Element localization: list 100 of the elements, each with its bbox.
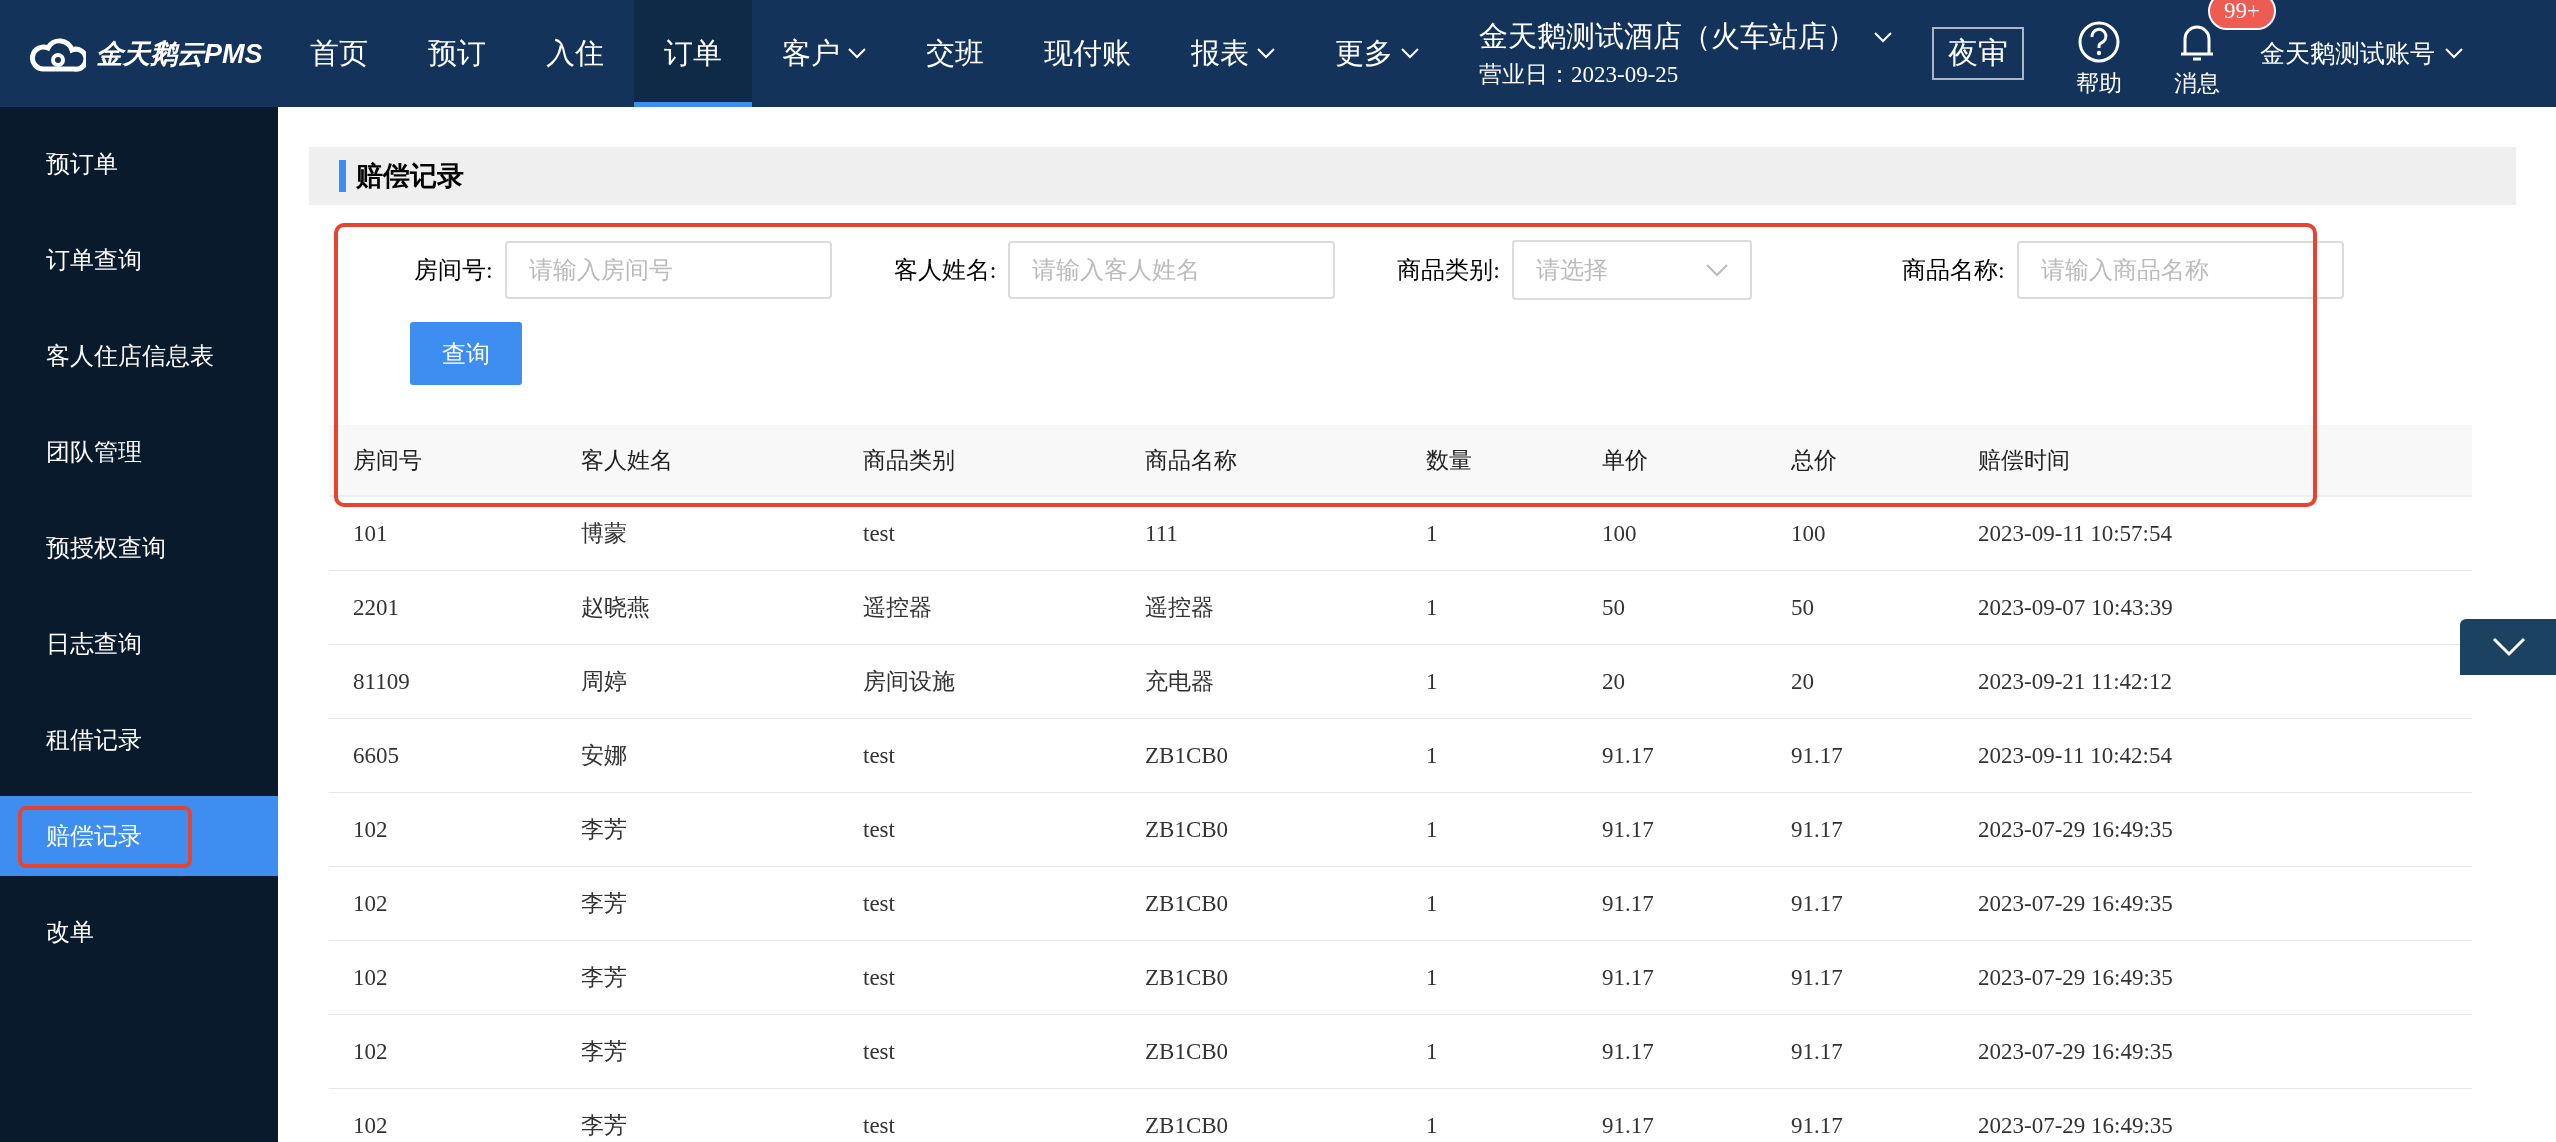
column-header: 数量 [1402,425,1578,496]
table-cell: 1 [1402,718,1578,793]
table-cell: 91.17 [1767,940,1954,1015]
table-cell: 100 [1578,496,1767,571]
caret-icon [1874,31,1892,43]
table-cell: 遥控器 [839,570,1121,645]
table-cell: 2023-07-29 16:49:35 [1954,1088,2472,1142]
table-cell: 91.17 [1578,1014,1767,1089]
table-cell: 李芳 [557,940,839,1015]
table-cell: 2023-09-11 10:42:54 [1954,718,2472,793]
nav-tab[interactable]: 报表 [1161,0,1305,107]
input-field[interactable]: 请输入房间号 [504,241,832,299]
table-cell: 充电器 [1121,644,1402,719]
sidebar-item[interactable]: 日志查询 [0,596,278,692]
table-cell: 102 [329,792,557,867]
page-title: 赔偿记录 [339,160,464,192]
nav-tab[interactable]: 入住 [516,0,634,107]
table-cell: 安娜 [557,718,839,793]
hotel-selector[interactable]: 金天鹅测试酒店（火车站店） [1479,17,1892,57]
chevron-down-icon [2492,637,2526,657]
table-cell: 1 [1402,866,1578,941]
field-label: 房间号: [414,256,493,285]
table-cell: 102 [329,866,557,941]
table-cell: ZB1CB0 [1121,1088,1402,1142]
table-cell: 20 [1578,644,1767,719]
table-cell: 91.17 [1578,940,1767,1015]
table-cell: 91.17 [1578,1088,1767,1142]
sidebar-item[interactable]: 预订单 [0,116,278,212]
field-label: 商品类别: [1397,256,1500,285]
nav-tab[interactable]: 客户 [752,0,896,107]
table-cell: 91.17 [1578,718,1767,793]
table-cell: 100 [1767,496,1954,571]
table-cell: 91.17 [1767,866,1954,941]
column-header: 房间号 [329,425,557,496]
table-cell: 1 [1402,570,1578,645]
night-audit-button[interactable]: 夜审 [1932,27,2024,80]
table-cell: 2201 [329,570,557,645]
caret-icon [1257,48,1275,59]
collapse-button[interactable] [2460,619,2556,675]
table-cell: test [839,792,1121,867]
nav-tab[interactable]: 现付账 [1014,0,1161,107]
sidebar-item[interactable]: 团队管理 [0,404,278,500]
nav-tab[interactable]: 首页 [280,0,398,107]
table-cell: 111 [1121,496,1402,571]
caret-icon [1401,48,1419,59]
table-cell: ZB1CB0 [1121,866,1402,941]
field-label: 客人姓名: [893,256,997,285]
table-cell: 遥控器 [1121,570,1402,645]
column-header: 商品名称 [1121,425,1402,496]
sidebar-item[interactable]: 客人住店信息表 [0,308,278,404]
sidebar-item[interactable]: 预授权查询 [0,500,278,596]
table-cell: 101 [329,496,557,571]
table-cell: 周婷 [557,644,839,719]
table-cell: 50 [1578,570,1767,645]
table-cell: 1 [1402,496,1578,571]
table-cell: 2023-07-29 16:49:35 [1954,1014,2472,1089]
column-header: 客人姓名 [557,425,839,496]
nav-tab[interactable]: 预订 [398,0,516,107]
table-cell: 1 [1402,1088,1578,1142]
table-cell: 1 [1402,1014,1578,1089]
sidebar-item[interactable]: 改单 [0,884,278,980]
table-cell: test [839,940,1121,1015]
table-cell: 2023-09-11 10:57:54 [1954,496,2472,571]
nav-tab[interactable]: 交班 [896,0,1014,107]
sidebar-item[interactable]: 订单查询 [0,212,278,308]
table-cell: 博蒙 [557,496,839,571]
column-header: 商品类别 [839,425,1121,496]
table-cell: 2023-07-29 16:49:35 [1954,866,2472,941]
table-cell: 91.17 [1767,1088,1954,1142]
table-cell: test [839,496,1121,571]
input-field[interactable]: 请输入商品名称 [2016,241,2344,299]
table-cell: 91.17 [1578,792,1767,867]
help-button[interactable]: 帮助 [2076,0,2122,107]
table-cell: 赵晓燕 [557,570,839,645]
table-cell: 1 [1402,940,1578,1015]
nav-tab[interactable]: 更多 [1305,0,1449,107]
input-field[interactable]: 请输入客人姓名 [1008,241,1336,299]
table-cell: 李芳 [557,1088,839,1142]
table-cell: 1 [1402,644,1578,719]
table-cell: 李芳 [557,1014,839,1089]
table-cell: 房间设施 [839,644,1121,719]
table-cell: 91.17 [1578,866,1767,941]
table-cell: 102 [329,1014,557,1089]
table-cell: 102 [329,1088,557,1142]
table-cell: 1 [1402,792,1578,867]
table-cell: test [839,1088,1121,1142]
column-header: 单价 [1578,425,1767,496]
help-icon [2077,20,2121,64]
table-cell: 李芳 [557,792,839,867]
app-logo-text: 金天鹅云PMS [96,37,263,71]
notification-badge: 99+ [2208,0,2276,30]
sidebar-item[interactable]: 租借记录 [0,692,278,788]
table-cell: 2023-07-29 16:49:35 [1954,792,2472,867]
caret-icon [2445,48,2463,59]
table-cell: 91.17 [1767,1014,1954,1089]
table-cell: 102 [329,940,557,1015]
table-cell: test [839,866,1121,941]
column-header: 总价 [1767,425,1954,496]
nav-tab[interactable]: 订单 [634,0,752,107]
table-cell: ZB1CB0 [1121,1014,1402,1089]
